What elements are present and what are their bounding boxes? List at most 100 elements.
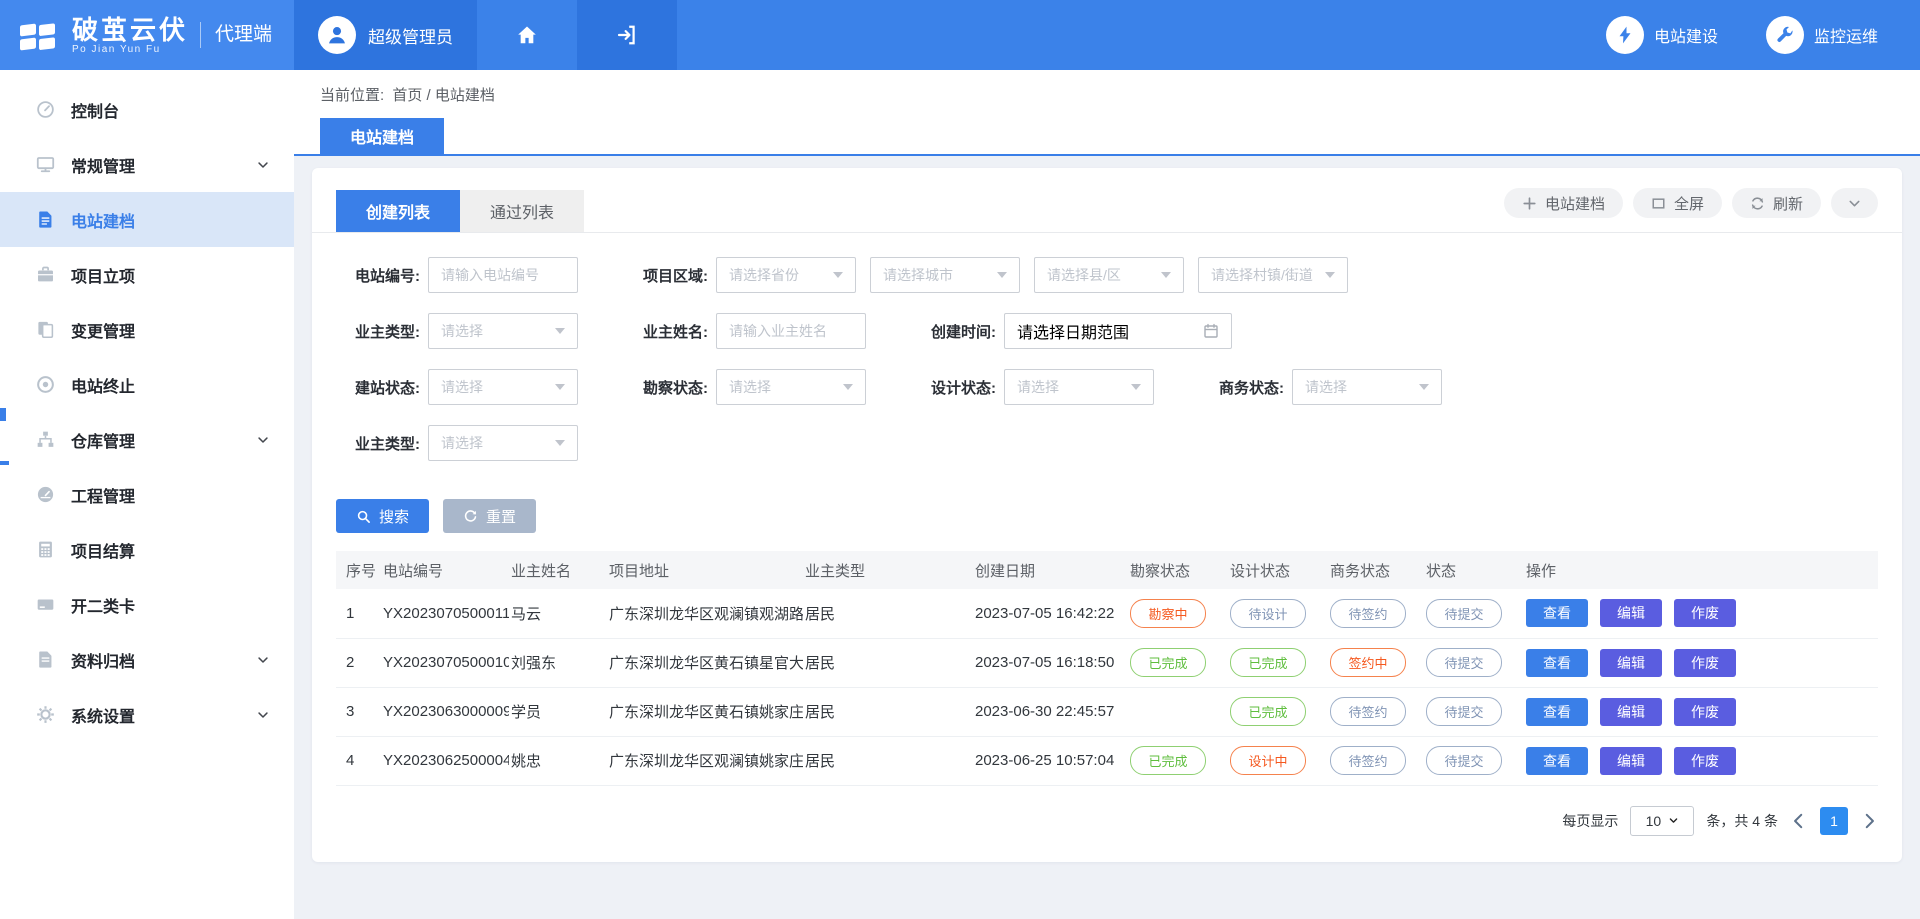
prev-page-button[interactable] (1790, 812, 1808, 830)
void-button[interactable]: 作废 (1674, 599, 1736, 627)
edit-button[interactable]: 编辑 (1600, 599, 1662, 627)
sidebar-item-6[interactable]: 仓库管理 (0, 412, 294, 467)
sidebar-item-8[interactable]: 项目结算 (0, 522, 294, 577)
column-header: 业主类型 (803, 551, 973, 589)
sidebar-item-9[interactable]: 开二类卡 (0, 577, 294, 632)
chevron-down-icon (1847, 196, 1862, 211)
view-button[interactable]: 查看 (1526, 599, 1588, 627)
cell-created: 2023-06-30 22:45:57 (973, 687, 1128, 736)
filter-text-input[interactable] (729, 323, 853, 339)
cell-owner-type: 居民 (803, 687, 973, 736)
sidebar-item-label: 变更管理 (71, 318, 135, 342)
filter-region-select-0[interactable]: 请选择省份 (716, 257, 856, 293)
sidebar-item-4[interactable]: 变更管理 (0, 302, 294, 357)
cell-design-status: 已完成 (1228, 638, 1328, 687)
cell-design-status: 设计中 (1228, 736, 1328, 785)
cell-status: 待提交 (1424, 687, 1524, 736)
filter-form: 电站编号:项目区域:请选择省份请选择城市请选择县/区请选择村镇/街道 业主类型:… (312, 233, 1902, 461)
next-page-button[interactable] (1860, 812, 1878, 830)
sidebar-item-11[interactable]: 系统设置 (0, 687, 294, 742)
cell-status: 待提交 (1424, 638, 1524, 687)
view-button[interactable]: 查看 (1526, 649, 1588, 677)
filter-select[interactable]: 请选择 (428, 313, 578, 349)
view-button[interactable]: 查看 (1526, 747, 1588, 775)
cell-code: YX2023063000009 (381, 687, 509, 736)
filter-label: 电站编号: (336, 265, 420, 286)
select-placeholder: 请选择 (441, 433, 483, 453)
sidebar-item-5[interactable]: 电站终止 (0, 357, 294, 412)
filter-input-wrap (428, 257, 578, 293)
status-badge: 待签约 (1330, 697, 1406, 726)
edit-button[interactable]: 编辑 (1600, 747, 1662, 775)
filter-region-select-3[interactable]: 请选择村镇/街道 (1198, 257, 1348, 293)
sidebar-item-7[interactable]: 工程管理 (0, 467, 294, 522)
filter-region-select-2[interactable]: 请选择县/区 (1034, 257, 1184, 293)
filter-select[interactable]: 请选择 (1292, 369, 1442, 405)
cell-created: 2023-07-05 16:18:50 (973, 638, 1128, 687)
toolbar-button-0[interactable]: 电站建档 (1504, 188, 1623, 218)
select-placeholder: 请选择 (441, 377, 483, 397)
cell-actions: 查看编辑作废 (1524, 638, 1878, 687)
caret-down-icon (1325, 272, 1335, 278)
breadcrumb: 当前位置: 首页 / 电站建档 (320, 84, 1920, 105)
home-button[interactable] (477, 0, 577, 70)
sidebar-item-0[interactable]: 控制台 (0, 82, 294, 137)
breadcrumb-path[interactable]: 首页 / 电站建档 (392, 87, 495, 104)
void-button[interactable]: 作废 (1674, 747, 1736, 775)
caret-down-icon (1419, 384, 1429, 390)
edit-button[interactable]: 编辑 (1600, 649, 1662, 677)
filter-select[interactable]: 请选择 (428, 369, 578, 405)
select-placeholder: 请选择 (441, 321, 483, 341)
mode-station-build[interactable]: 电站建设 (1606, 16, 1718, 54)
brand-tag: 代理端 (200, 22, 272, 48)
view-button[interactable]: 查看 (1526, 698, 1588, 726)
filter-group: 项目区域: 请选择省份 请选择城市 请选择县/区请选择村镇/街道 (624, 257, 1348, 293)
filter-label: 项目区域: (624, 265, 708, 286)
filter-row: 电站编号: 项目区域: 请选择省份 请选择城市 请选择县/区请选择村镇/街道 (336, 257, 1878, 293)
toolbar-button-1[interactable]: 全屏 (1633, 188, 1722, 218)
sidebar-item-label: 控制台 (71, 98, 119, 122)
void-button[interactable]: 作废 (1674, 698, 1736, 726)
cell-survey-status: 已完成 (1128, 638, 1228, 687)
sidebar-item-2[interactable]: 电站建档 (0, 192, 294, 247)
sidebar: 控制台 常规管理 电站建档 项目立项 变更管理 电站终止 仓库管理 工程管理 项 (0, 70, 294, 919)
filter-date-range[interactable]: 请选择日期范围 (1004, 313, 1232, 349)
tab-1[interactable]: 通过列表 (460, 190, 584, 232)
tab-0[interactable]: 创建列表 (336, 190, 460, 232)
per-page-select[interactable]: 10 (1630, 806, 1694, 836)
filter-select[interactable]: 请选择 (1004, 369, 1154, 405)
edit-button[interactable]: 编辑 (1600, 698, 1662, 726)
sidebar-item-label: 项目结算 (71, 538, 135, 562)
cell-owner-type: 居民 (803, 589, 973, 638)
status-badge: 待提交 (1426, 648, 1502, 677)
filter-text-input[interactable] (441, 267, 565, 283)
toolbar-button-3[interactable] (1831, 188, 1878, 218)
reset-button[interactable]: 重置 (443, 499, 536, 533)
sidebar-item-10[interactable]: 资料归档 (0, 632, 294, 687)
table-row: 3 YX2023063000009 学员 广东深圳龙华区黄石镇姚家庄... 居民… (336, 687, 1878, 736)
filter-select[interactable]: 请选择 (716, 369, 866, 405)
toolbar-button-2[interactable]: 刷新 (1732, 188, 1821, 218)
search-button[interactable]: 搜索 (336, 499, 429, 533)
mode-label: 电站建设 (1654, 23, 1718, 47)
select-placeholder: 请选择城市 (883, 265, 953, 285)
filter-select[interactable]: 请选择 (428, 425, 578, 461)
breadcrumb-label: 当前位置: (320, 87, 384, 104)
logout-button[interactable] (577, 0, 677, 70)
status-badge: 已完成 (1130, 648, 1206, 677)
status-badge: 勘察中 (1130, 599, 1206, 628)
filter-region-select-1[interactable]: 请选择城市 (870, 257, 1020, 293)
void-button[interactable]: 作废 (1674, 649, 1736, 677)
cell-code: YX2023070500011 (381, 589, 509, 638)
monitor-icon (36, 155, 55, 174)
sidebar-item-3[interactable]: 项目立项 (0, 247, 294, 302)
cell-status: 待提交 (1424, 589, 1524, 638)
page-tab[interactable]: 电站建档 (320, 118, 444, 154)
user-menu[interactable]: 超级管理员 (294, 0, 477, 70)
wrench-icon (1766, 16, 1804, 54)
page-number-button[interactable]: 1 (1820, 807, 1848, 835)
sidebar-item-1[interactable]: 常规管理 (0, 137, 294, 192)
total-count-label: 条，共 4 条 (1706, 811, 1778, 831)
mode-monitor-ops[interactable]: 监控运维 (1766, 16, 1878, 54)
per-page-value: 10 (1646, 813, 1662, 829)
